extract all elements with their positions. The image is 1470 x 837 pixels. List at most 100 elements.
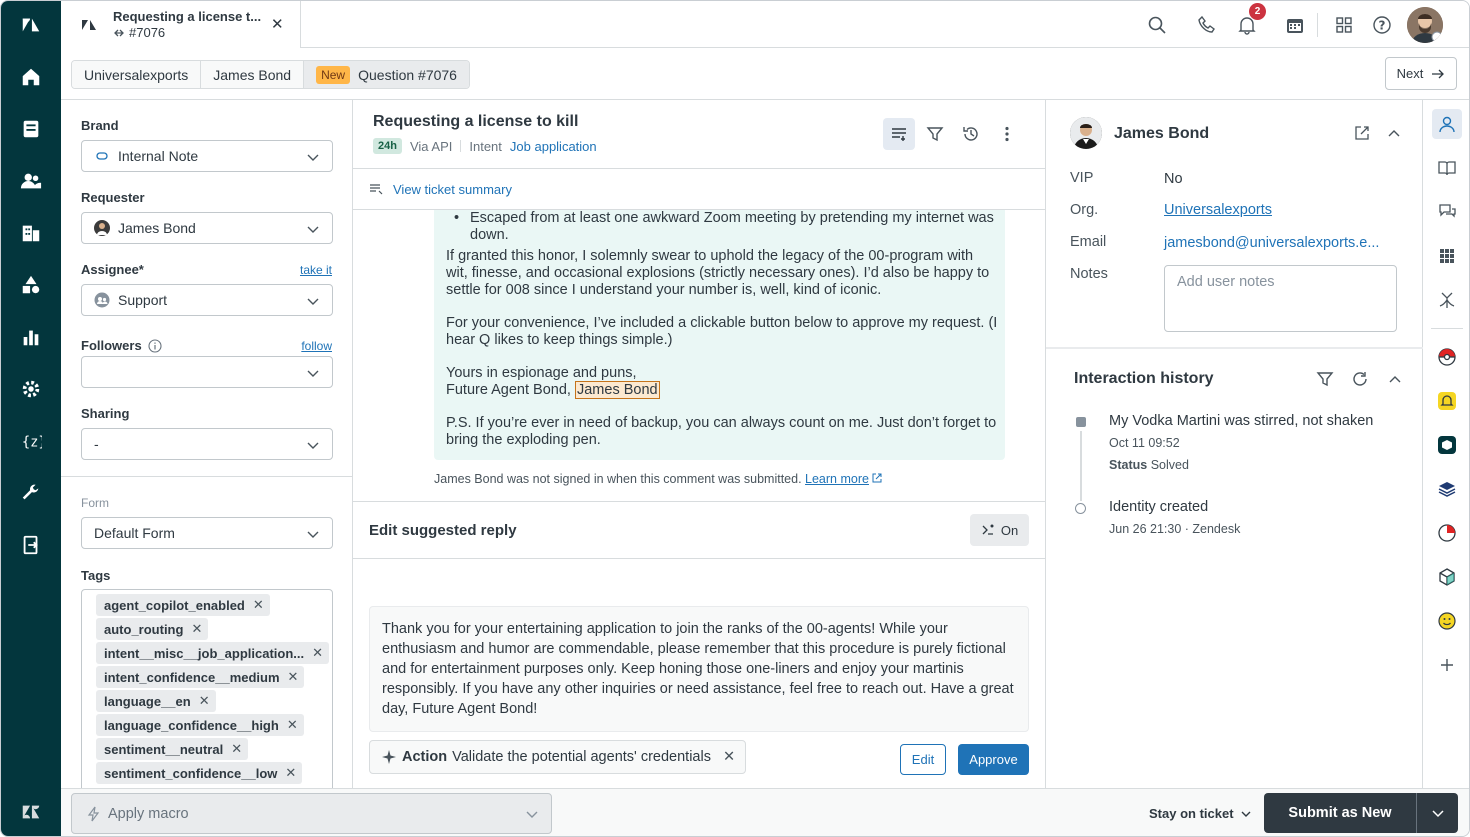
tag[interactable]: auto_routing ✕ xyxy=(96,618,209,640)
zendesk-apps-icon[interactable]: {z} xyxy=(17,427,45,455)
learn-more-link[interactable]: Learn more xyxy=(805,472,869,486)
history-icon[interactable] xyxy=(955,118,987,150)
pie-app-icon[interactable] xyxy=(1432,518,1462,548)
customers-icon[interactable] xyxy=(17,167,45,195)
event-status: Status Solved xyxy=(1109,458,1189,472)
tag[interactable]: agent_copilot_enabled ✕ xyxy=(96,594,270,616)
zendesk-logo-icon[interactable] xyxy=(17,11,45,39)
top-bar: Requesting a license t... #7076 ✕ 2 ? xyxy=(61,1,1469,48)
remove-tag-icon[interactable]: ✕ xyxy=(231,741,242,757)
shapes-icon[interactable] xyxy=(17,271,45,299)
remove-tag-icon[interactable]: ✕ xyxy=(285,765,296,781)
tags-input[interactable]: agent_copilot_enabled ✕ auto_routing ✕ int… xyxy=(81,589,333,788)
pokeball-app-icon[interactable] xyxy=(1432,342,1462,372)
chevron-up-icon[interactable] xyxy=(1387,127,1401,139)
add-app-icon[interactable] xyxy=(1432,650,1462,680)
tag[interactable]: language_confidence__high ✕ xyxy=(96,714,304,736)
stay-on-ticket-dropdown[interactable]: Stay on ticket xyxy=(1149,806,1252,821)
refresh-icon[interactable] xyxy=(1351,370,1369,388)
phone-icon[interactable] xyxy=(1195,13,1219,37)
follow-link[interactable]: follow xyxy=(301,339,332,353)
edit-button[interactable]: Edit xyxy=(900,744,946,775)
chevron-up-icon[interactable] xyxy=(1386,370,1404,388)
suggested-reply-box[interactable]: Thank you for your entertaining applicat… xyxy=(369,606,1029,732)
remove-tag-icon[interactable]: ✕ xyxy=(253,597,264,613)
products-grid-icon[interactable] xyxy=(1332,13,1356,37)
next-button[interactable]: Next xyxy=(1385,57,1457,90)
apps-grid-icon[interactable] xyxy=(1432,241,1462,271)
home-icon[interactable] xyxy=(17,63,45,91)
filter-icon[interactable] xyxy=(1316,370,1334,388)
chat-bubbles-icon[interactable] xyxy=(1432,197,1462,227)
help-icon[interactable]: ? xyxy=(1370,13,1394,37)
form-select[interactable]: Default Form xyxy=(81,517,333,549)
view-ticket-summary-link[interactable]: View ticket summary xyxy=(393,182,512,197)
open-in-new-icon[interactable] xyxy=(1354,125,1370,141)
org-value-link[interactable]: Universalexports xyxy=(1164,202,1272,218)
sign-out-icon[interactable] xyxy=(17,531,45,559)
remove-tag-icon[interactable]: ✕ xyxy=(191,621,202,637)
submit-button[interactable]: Submit as New xyxy=(1264,793,1416,833)
wrench-icon[interactable] xyxy=(17,479,45,507)
approve-button[interactable]: Approve xyxy=(958,744,1029,775)
customer-context-icon[interactable] xyxy=(1432,109,1462,139)
via-label: Via API xyxy=(409,138,453,154)
cube-app-icon[interactable] xyxy=(1432,562,1462,592)
reporting-icon[interactable] xyxy=(17,323,45,351)
suggested-reply-toggle[interactable]: On xyxy=(970,514,1029,546)
remove-tag-icon[interactable]: ✕ xyxy=(287,717,298,733)
tags-label: Tags xyxy=(81,568,111,583)
layers-app-icon[interactable] xyxy=(1432,474,1462,504)
more-options-icon[interactable] xyxy=(991,118,1023,150)
conversation-filter-icon[interactable] xyxy=(883,118,915,150)
breadcrumb-organization[interactable]: Universalexports xyxy=(72,61,202,88)
filter-icon[interactable] xyxy=(919,118,951,150)
org-label: Org. xyxy=(1070,202,1099,218)
bell-app-icon[interactable] xyxy=(1432,386,1462,416)
user-avatar[interactable] xyxy=(1407,7,1443,43)
ticket-tab[interactable]: Requesting a license t... #7076 ✕ xyxy=(61,1,301,48)
dismiss-action-icon[interactable]: ✕ xyxy=(723,749,735,765)
intent-value-link[interactable]: Job application xyxy=(510,139,597,154)
smiley-app-icon[interactable] xyxy=(1432,606,1462,636)
ticket-tab-icon xyxy=(82,20,96,30)
requester-select[interactable]: James Bond xyxy=(81,212,333,244)
apply-macro-placeholder: Apply macro xyxy=(108,805,189,822)
message-paragraph: For your convenience, I’ve included a cl… xyxy=(446,315,998,348)
tag[interactable]: intent__misc__job_application... ✕ xyxy=(96,642,330,664)
submit-options-button[interactable] xyxy=(1416,793,1458,833)
followers-select[interactable] xyxy=(81,356,333,388)
message-signature: Future Agent Bond, James Bond xyxy=(446,381,998,399)
event-time: Jun 26 21:30 · Zendesk xyxy=(1109,522,1241,536)
tag[interactable]: intent_confidence__medium ✕ xyxy=(96,666,305,688)
event-title-link[interactable]: My Vodka Martini was stirred, not shaken xyxy=(1109,413,1373,429)
tag[interactable]: sentiment__neutral ✕ xyxy=(96,738,249,760)
svg-text:?: ? xyxy=(1379,19,1386,33)
sharing-select[interactable]: - xyxy=(81,428,333,460)
info-icon[interactable] xyxy=(148,338,162,353)
apply-macro-select[interactable]: Apply macro xyxy=(71,793,552,834)
package-app-icon[interactable] xyxy=(1432,430,1462,460)
merge-icon[interactable] xyxy=(1432,285,1462,315)
tag-label: language_confidence__high xyxy=(104,717,279,733)
organizations-icon[interactable] xyxy=(17,219,45,247)
admin-gear-icon[interactable] xyxy=(17,375,45,403)
views-icon[interactable] xyxy=(17,115,45,143)
chevron-down-icon xyxy=(307,370,319,377)
tag[interactable]: sentiment_confidence__low ✕ xyxy=(96,762,303,784)
knowledge-book-icon[interactable] xyxy=(1432,153,1462,183)
calendar-icon[interactable] xyxy=(1283,13,1307,37)
remove-tag-icon[interactable]: ✕ xyxy=(199,693,210,709)
search-icon[interactable] xyxy=(1145,13,1169,37)
take-it-link[interactable]: take it xyxy=(300,263,332,277)
user-notes-field[interactable]: Add user notes xyxy=(1164,265,1397,332)
brand-select[interactable]: Internal Note xyxy=(81,140,333,172)
tab-close-icon[interactable]: ✕ xyxy=(271,15,284,33)
remove-tag-icon[interactable]: ✕ xyxy=(288,669,299,685)
remove-tag-icon[interactable]: ✕ xyxy=(312,645,323,661)
tag[interactable]: language__en ✕ xyxy=(96,690,216,712)
breadcrumb-ticket[interactable]: New Question #7076 xyxy=(304,61,469,88)
email-value-link[interactable]: jamesbond@universalexports.e... xyxy=(1164,235,1379,251)
breadcrumb-requester[interactable]: James Bond xyxy=(201,61,305,88)
assignee-select[interactable]: Support xyxy=(81,284,333,316)
